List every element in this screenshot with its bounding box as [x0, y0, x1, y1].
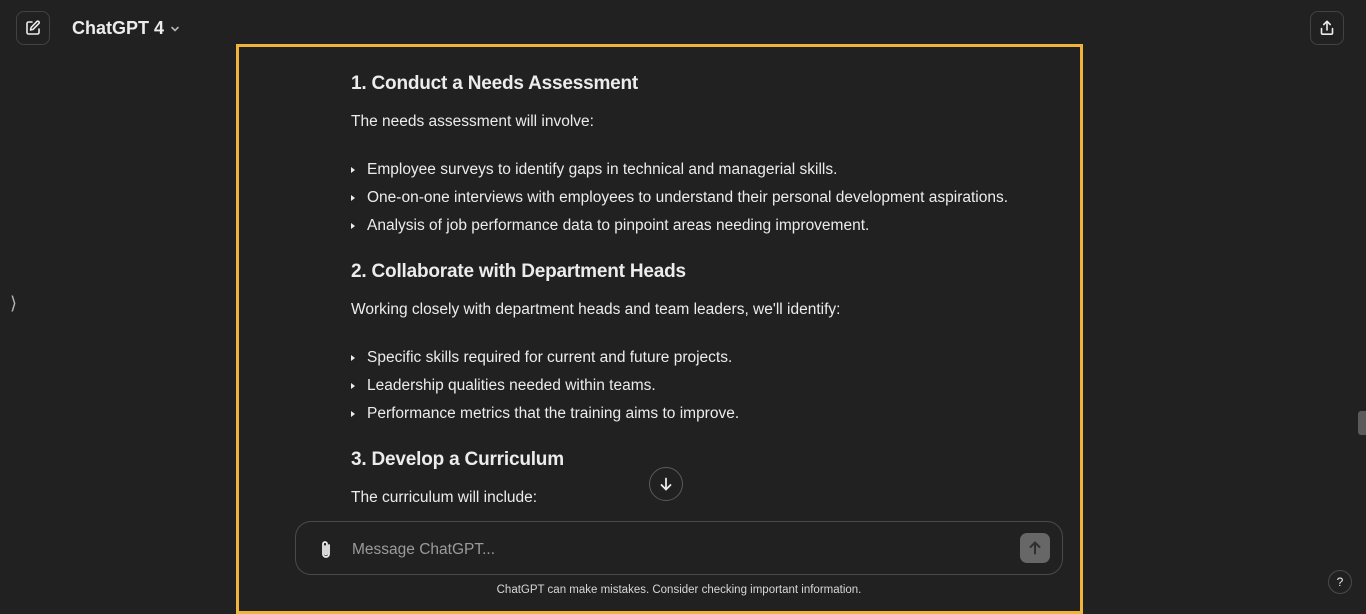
sidebar-toggle-button[interactable]: ⟩	[10, 293, 17, 314]
section-intro: Working closely with department heads an…	[351, 301, 841, 318]
share-button[interactable]	[1310, 11, 1344, 45]
chevron-right-icon: ⟩	[10, 293, 18, 313]
scroll-to-bottom-button[interactable]	[649, 467, 683, 501]
section-heading: 1. Conduct a Needs Assessment	[351, 73, 639, 94]
pencil-square-icon	[26, 20, 40, 35]
share-upload-icon	[1320, 20, 1334, 35]
section-heading: 3. Develop a Curriculum	[351, 449, 564, 470]
chevron-down-icon	[171, 26, 179, 32]
section-heading: 2. Collaborate with Department Heads	[351, 261, 686, 282]
model-name: ChatGPT 4	[72, 18, 165, 38]
question-mark-icon: ?	[1336, 575, 1344, 589]
send-button[interactable]	[1020, 533, 1050, 563]
message-composer	[295, 521, 1063, 575]
attach-button[interactable]	[316, 539, 336, 566]
scrollbar-thumb[interactable]	[1358, 411, 1366, 435]
arrow-up-icon	[1029, 541, 1041, 555]
paperclip-icon	[322, 541, 330, 558]
message-input[interactable]	[350, 538, 994, 562]
arrow-down-icon	[660, 477, 672, 491]
new-chat-button[interactable]	[16, 11, 50, 45]
help-button[interactable]: ?	[1328, 570, 1352, 594]
model-selector[interactable]: ChatGPT 4	[72, 18, 180, 39]
section-intro: The curriculum will include:	[351, 489, 538, 506]
section-intro: The needs assessment will involve:	[351, 113, 594, 130]
disclaimer-text: ChatGPT can make mistakes. Consider chec…	[496, 584, 862, 596]
